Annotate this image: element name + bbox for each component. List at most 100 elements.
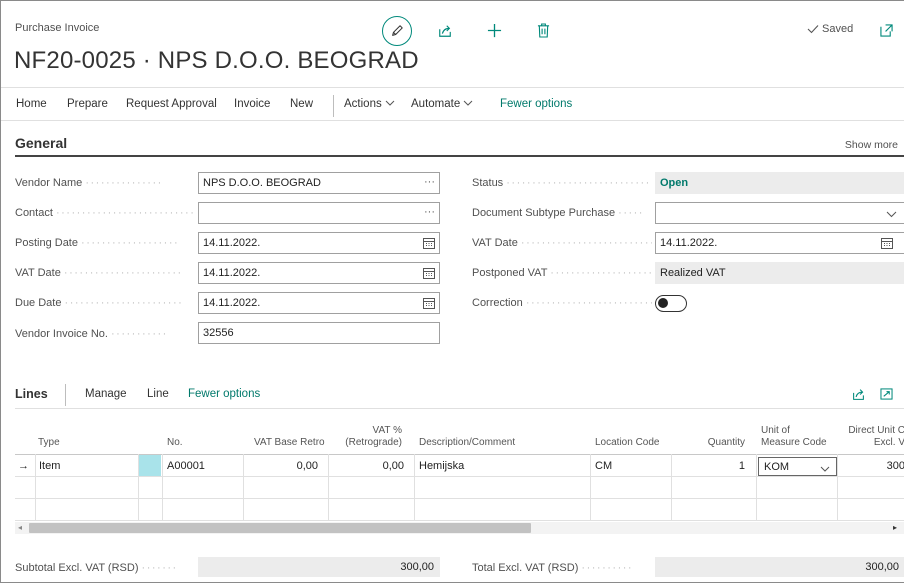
action-new[interactable]: New xyxy=(290,98,313,110)
delete-button[interactable] xyxy=(534,21,552,39)
vat-date-right-value: 14.11.2022. xyxy=(660,237,718,249)
vendor-name-label: Vendor Name ··············· xyxy=(15,177,163,189)
action-fewer-options[interactable]: Fewer options xyxy=(500,98,572,110)
divider xyxy=(15,408,904,409)
posting-date-value: 14.11.2022. xyxy=(203,237,261,249)
horizontal-scrollbar[interactable]: ◂ ▸ xyxy=(15,522,904,534)
section-underline xyxy=(15,155,904,157)
document-subtype-select[interactable] xyxy=(655,202,904,224)
col-header-no[interactable]: No. xyxy=(167,437,183,449)
action-invoice[interactable]: Invoice xyxy=(234,98,270,110)
cell-vat-base-retro[interactable]: 0,00 xyxy=(243,460,318,472)
chevron-down-icon[interactable] xyxy=(886,209,897,221)
saved-indicator: Saved xyxy=(807,23,853,35)
lines-menu-line[interactable]: Line xyxy=(147,388,169,400)
total-value: 300,00 xyxy=(655,557,904,577)
cell-no[interactable]: A00001 xyxy=(167,460,205,472)
col-header-uom-l1: Unit of xyxy=(761,425,790,436)
actions-label: Actions xyxy=(344,98,382,110)
lines-share-button[interactable] xyxy=(850,386,866,402)
uom-select[interactable]: KOM xyxy=(758,457,837,476)
due-date-label: Due Date ······················· xyxy=(15,297,184,309)
row-divider xyxy=(15,476,904,477)
action-separator xyxy=(333,95,334,117)
col-header-description[interactable]: Description/Comment xyxy=(419,437,515,449)
postponed-vat-value: Realized VAT xyxy=(660,267,726,279)
postponed-vat-field: Realized VAT xyxy=(655,262,904,284)
col-header-vat-base-retro[interactable]: VAT Base Retro xyxy=(254,437,325,449)
open-new-window-button[interactable] xyxy=(877,21,895,39)
cell-direct-unit-cost[interactable]: 300 xyxy=(837,460,904,472)
col-header-location[interactable]: Location Code xyxy=(595,437,660,449)
share-icon xyxy=(439,25,451,37)
col-header-type[interactable]: Type xyxy=(38,437,60,449)
share-button[interactable] xyxy=(436,22,454,40)
contact-field[interactable]: ··· xyxy=(198,202,440,224)
checkmark-icon xyxy=(807,25,819,34)
edit-button[interactable] xyxy=(382,16,412,46)
lookup-ellipsis-icon[interactable]: ··· xyxy=(424,176,435,188)
col-header-direct-unit-cost[interactable]: Direct Unit C Excl. V xyxy=(843,425,904,449)
chevron-down-icon xyxy=(385,100,395,106)
divider xyxy=(1,120,904,121)
col-divider xyxy=(590,454,591,520)
action-actions-menu[interactable]: Actions xyxy=(344,98,395,110)
correction-label: Correction ························· xyxy=(472,297,652,309)
scroll-right-icon[interactable]: ▸ xyxy=(893,523,897,532)
general-section-title[interactable]: General xyxy=(15,135,67,151)
vendor-name-field[interactable]: NPS D.O.O. BEOGRAD ··· xyxy=(198,172,440,194)
lines-section-title[interactable]: Lines xyxy=(15,387,48,401)
col-header-uom[interactable]: Unit of Measure Code xyxy=(761,425,827,449)
saved-label: Saved xyxy=(822,23,854,35)
cell-type[interactable]: Item xyxy=(39,460,60,472)
vat-date-field[interactable]: 14.11.2022. xyxy=(198,262,440,284)
calendar-icon[interactable] xyxy=(881,237,893,252)
lines-menu-manage[interactable]: Manage xyxy=(85,388,127,400)
col-divider xyxy=(162,454,163,520)
cell-quantity[interactable]: 1 xyxy=(671,460,745,472)
cell-location[interactable]: CM xyxy=(595,460,612,472)
col-header-vat-pct[interactable]: VAT % (Retrograde) xyxy=(330,425,402,449)
new-record-button[interactable] xyxy=(485,21,503,39)
cell-vat-pct[interactable]: 0,00 xyxy=(328,460,404,472)
subtotal-label: Subtotal Excl. VAT (RSD) ······· xyxy=(15,562,178,574)
posting-date-label: Posting Date ··················· xyxy=(15,237,180,249)
scrollbar-thumb[interactable] xyxy=(29,523,531,533)
lines-menu-fewer-options[interactable]: Fewer options xyxy=(188,388,260,400)
due-date-field[interactable]: 14.11.2022. xyxy=(198,292,440,314)
postponed-vat-label: Postponed VAT ······················ xyxy=(472,267,652,279)
calendar-icon[interactable] xyxy=(423,237,435,252)
lines-expand-button[interactable] xyxy=(878,386,894,402)
cell-description[interactable]: Hemijska xyxy=(419,460,464,472)
vendor-invoice-no-field[interactable]: 32556 xyxy=(198,322,440,344)
purchase-invoice-page: Purchase Invoice Saved NF20-0025 · NPS D… xyxy=(0,0,904,583)
col-header-vat-pct-l2: (Retrograde) xyxy=(345,437,402,448)
page-caption: Purchase Invoice xyxy=(15,22,100,34)
col-header-direct-l1: Direct Unit C xyxy=(848,425,904,436)
vendor-name-value: NPS D.O.O. BEOGRAD xyxy=(203,177,321,189)
expand-icon xyxy=(879,388,893,400)
total-label: Total Excl. VAT (RSD) ·········· xyxy=(472,562,634,574)
action-request-approval[interactable]: Request Approval xyxy=(126,98,217,110)
vendor-invoice-no-value: 32556 xyxy=(203,327,234,339)
calendar-icon[interactable] xyxy=(423,297,435,312)
contact-label: Contact ··························· xyxy=(15,207,195,219)
selected-row-cell[interactable] xyxy=(139,455,161,476)
page-title: NF20-0025 · NPS D.O.O. BEOGRAD xyxy=(14,47,419,74)
posting-date-field[interactable]: 14.11.2022. xyxy=(198,232,440,254)
scroll-left-icon[interactable]: ◂ xyxy=(18,523,22,532)
action-automate-menu[interactable]: Automate xyxy=(411,98,473,110)
action-home[interactable]: Home xyxy=(16,98,47,110)
calendar-icon[interactable] xyxy=(423,267,435,282)
status-value: Open xyxy=(660,177,689,189)
open-in-new-window-icon xyxy=(879,23,893,37)
chevron-down-icon xyxy=(464,100,473,106)
correction-toggle[interactable] xyxy=(655,295,687,312)
action-prepare[interactable]: Prepare xyxy=(67,98,108,110)
lookup-ellipsis-icon[interactable]: ··· xyxy=(424,206,435,218)
vat-date-right-label: VAT Date ···························· xyxy=(472,237,652,249)
show-more-link[interactable]: Show more xyxy=(845,139,898,151)
plus-icon xyxy=(487,23,501,37)
vat-date-right-field[interactable]: 14.11.2022. xyxy=(655,232,904,254)
col-header-quantity[interactable]: Quantity xyxy=(675,437,745,449)
